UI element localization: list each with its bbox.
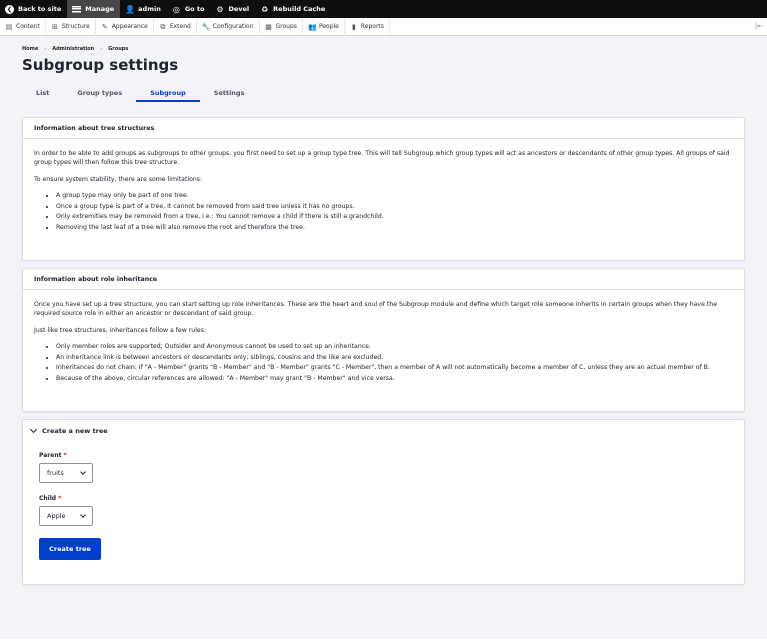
tray-item-structure[interactable]: ⊞ Structure	[46, 17, 96, 36]
goto-icon: ◎	[172, 4, 180, 14]
tray-item-appearance[interactable]: ✎ Appearance	[96, 17, 154, 36]
rules-list: Only member roles are supported; Outside…	[56, 342, 733, 383]
tray-label: Reports	[360, 23, 384, 30]
gear-icon: ⚙	[216, 4, 224, 14]
summary-label: Create a new tree	[42, 427, 108, 435]
parent-label-text: Parent	[39, 452, 62, 459]
parent-label: Parent *	[39, 452, 728, 459]
rebuild-cache-button[interactable]: ♻ Rebuild Cache	[255, 0, 331, 18]
tray-item-extend[interactable]: ⧉ Extend	[154, 17, 197, 36]
back-to-site-label: Back to site	[18, 5, 62, 13]
chevron-down-icon	[80, 469, 86, 475]
tree-structures-panel: Information about tree structures In ord…	[22, 117, 745, 261]
list-item: Only extremities may be removed from a t…	[56, 212, 733, 221]
user-menu-button[interactable]: 👤 admin	[120, 0, 167, 18]
appearance-icon: ✎	[101, 22, 108, 31]
devel-label: Devel	[228, 5, 250, 13]
extend-icon: ⧉	[160, 22, 166, 31]
panel-title: Information about tree structures	[23, 118, 744, 139]
required-marker: *	[58, 495, 62, 502]
panel-paragraph: Just like tree structures, inheritances …	[34, 326, 207, 334]
rebuild-cache-label: Rebuild Cache	[273, 5, 326, 13]
list-item: Inheritances do not chain: If "A - Membe…	[56, 363, 733, 372]
tray-label: Content	[16, 23, 40, 30]
content-icon: ▤	[5, 22, 13, 31]
child-select[interactable]: Apple	[39, 506, 93, 526]
tray-item-groups[interactable]: ▦ Groups	[260, 17, 303, 36]
reports-icon: ▮	[351, 22, 356, 31]
create-tree-details: Create a new tree Parent * fruits Child * …	[22, 419, 745, 585]
list-item: Once a group type is part of a tree, it …	[56, 202, 733, 211]
breadcrumb-separator: ›	[44, 46, 47, 52]
required-marker: *	[63, 452, 67, 459]
tray-label: Groups	[275, 23, 297, 30]
breadcrumb-administration[interactable]: Administration	[52, 46, 94, 52]
tray-label: Configuration	[212, 23, 254, 30]
tray-label: People	[318, 23, 339, 30]
devel-button[interactable]: ⚙ Devel	[210, 0, 255, 18]
panel-paragraph: To ensure system stability, there are so…	[34, 175, 203, 183]
tray-item-configuration[interactable]: 🔧 Configuration	[197, 17, 260, 36]
structure-icon: ⊞	[51, 22, 58, 31]
parent-select[interactable]: fruits	[39, 463, 93, 483]
tab-group-types[interactable]: Group types	[63, 87, 136, 102]
page-header: Home › Administration › Groups Subgroup …	[0, 36, 767, 102]
chevron-down-icon	[80, 512, 86, 518]
child-label-text: Child	[39, 495, 57, 502]
tray-item-reports[interactable]: ▮ Reports	[345, 17, 390, 36]
people-icon: 👥	[307, 22, 317, 31]
breadcrumb-separator: ›	[100, 46, 103, 52]
rules-list: A group type may only be part of one tre…	[56, 191, 733, 232]
groups-icon: ▦	[265, 22, 272, 31]
create-tree-form: Parent * fruits Child * Apple Create tree	[23, 442, 744, 570]
parent-select-value: fruits	[47, 469, 64, 477]
create-tree-summary[interactable]: Create a new tree	[23, 420, 744, 442]
admin-toolbar: ❮ Back to site Manage 👤 admin ◎ Go to ⚙ …	[0, 0, 767, 18]
panel-body: In order to be able to add groups as sub…	[23, 139, 744, 242]
create-tree-button[interactable]: Create tree	[39, 538, 101, 560]
child-label: Child *	[39, 495, 728, 502]
list-item: Because of the above, circular reference…	[56, 374, 733, 383]
user-icon: 👤	[125, 4, 136, 14]
tray-item-people[interactable]: 👥 People	[303, 17, 345, 36]
tray-label: Extend	[169, 23, 191, 30]
tab-settings[interactable]: Settings	[200, 87, 259, 102]
user-label: admin	[138, 5, 161, 13]
panel-title: Information about role inheritance	[23, 269, 744, 290]
page-title: Subgroup settings	[22, 56, 179, 74]
hamburger-icon	[72, 5, 82, 13]
breadcrumb-home[interactable]: Home	[22, 46, 38, 52]
tray-label: Structure	[61, 23, 90, 30]
primary-tabs: List Group types Subgroup Settings	[22, 87, 258, 102]
chevron-down-icon	[29, 425, 38, 434]
goto-button[interactable]: ◎ Go to	[167, 0, 211, 18]
tray-label: Appearance	[111, 23, 148, 30]
manage-label: Manage	[85, 5, 115, 13]
back-arrow-icon: ❮	[5, 4, 14, 14]
admin-tray: ▤ Content ⊞ Structure ✎ Appearance ⧉ Ext…	[0, 17, 767, 36]
role-inheritance-panel: Information about role inheritance Once …	[22, 268, 745, 412]
tab-list[interactable]: List	[22, 87, 63, 102]
panel-paragraph: Once you have set up a tree structure, y…	[34, 301, 718, 318]
panel-body: Once you have set up a tree structure, y…	[23, 290, 744, 393]
list-item: An inheritance link is between ancestors…	[56, 353, 733, 362]
tab-subgroup[interactable]: Subgroup	[136, 87, 200, 102]
list-item: A group type may only be part of one tre…	[56, 191, 733, 200]
list-item: Only member roles are supported; Outside…	[56, 342, 733, 351]
wrench-icon: 🔧	[201, 22, 211, 31]
list-item: Removing the last leaf of a tree will al…	[56, 223, 733, 232]
breadcrumb: Home › Administration › Groups	[22, 46, 745, 52]
child-select-value: Apple	[47, 512, 66, 520]
back-to-site-link[interactable]: ❮ Back to site	[0, 0, 67, 18]
goto-label: Go to	[184, 5, 205, 13]
main-content: Information about tree structures In ord…	[0, 102, 767, 639]
tray-item-content[interactable]: ▤ Content	[0, 17, 46, 36]
collapse-tray-icon[interactable]: |⇤	[755, 22, 763, 30]
manage-button[interactable]: Manage	[67, 0, 121, 18]
refresh-icon: ♻	[261, 4, 269, 14]
panel-paragraph: In order to be able to add groups as sub…	[34, 150, 730, 167]
breadcrumb-groups[interactable]: Groups	[108, 46, 128, 52]
